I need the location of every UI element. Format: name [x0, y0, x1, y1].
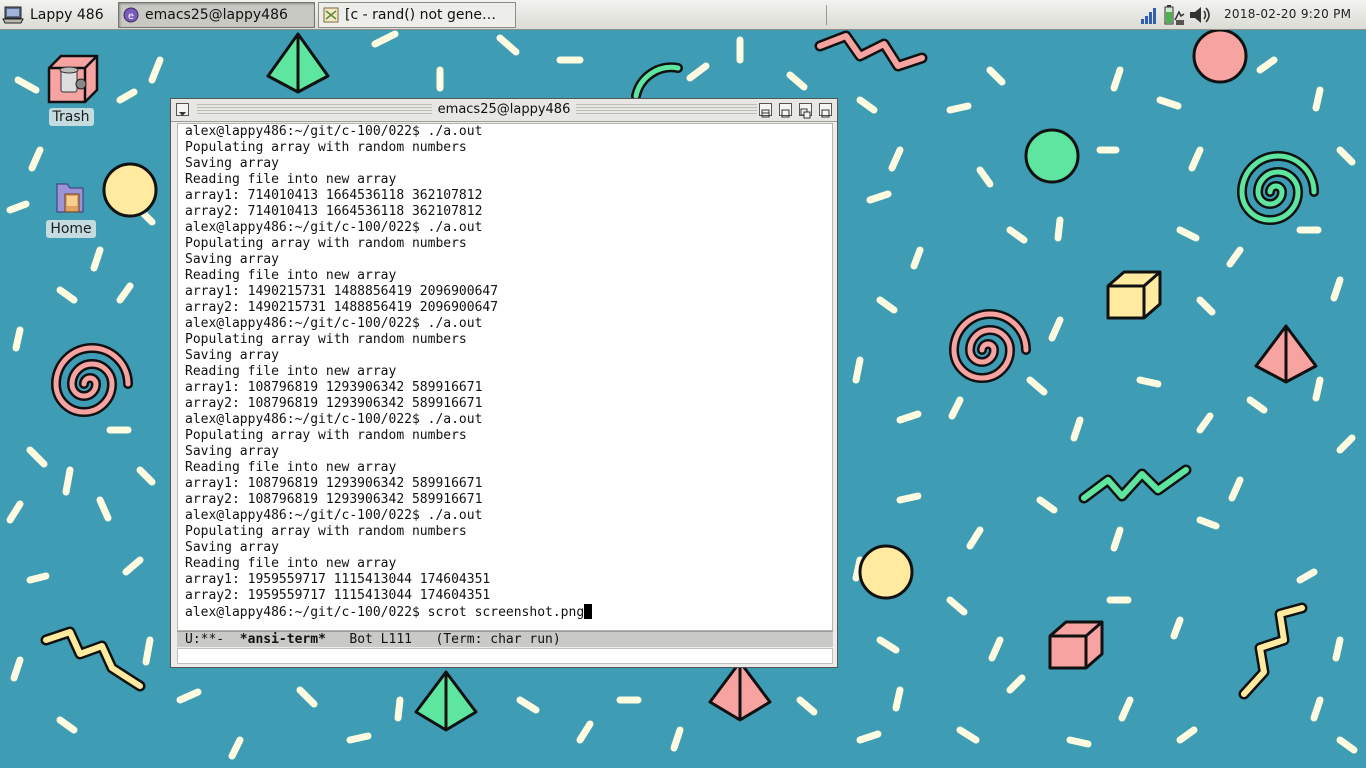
minibuffer[interactable] — [177, 648, 833, 664]
start-menu-button[interactable]: Lappy 486 — [2, 2, 114, 28]
terminal-line: Populating array with random numbers — [185, 428, 467, 443]
terminal-line: alex@lappy486:~/git/c-100/022$ ./a.out — [185, 220, 483, 235]
task-label: [c - rand() not gene… — [345, 7, 496, 23]
terminal-line: Saving array — [185, 252, 279, 267]
trash-icon — [47, 54, 99, 104]
terminal-line: array2: 108796819 1293906342 589916671 — [185, 492, 483, 507]
battery-icon[interactable] — [1162, 4, 1186, 26]
start-label: Lappy 486 — [30, 7, 104, 23]
svg-text:e: e — [128, 11, 134, 22]
terminal-line: array1: 1959559717 1115413044 174604351 — [185, 572, 491, 587]
mode-line-status: U:**- — [185, 632, 240, 647]
terminal-line: array2: 108796819 1293906342 589916671 — [185, 396, 483, 411]
terminal-line: alex@lappy486:~/git/c-100/022$ ./a.out — [185, 412, 483, 427]
terminal-line: Populating array with random numbers — [185, 524, 467, 539]
mode-line: U:**- *ansi-term* Bot L111 (Term: char r… — [177, 631, 833, 647]
terminal-line: Reading file into new array — [185, 556, 397, 571]
close-button[interactable] — [819, 103, 832, 118]
task-browser[interactable]: [c - rand() not gene… — [318, 2, 516, 28]
browser-icon — [323, 7, 339, 23]
terminal-buffer[interactable]: alex@lappy486:~/git/c-100/022$ ./a.out Po… — [177, 123, 833, 631]
home-folder-icon — [56, 183, 84, 213]
taskbar: Lappy 486 e emacs25@lappy486 [c - rand()… — [0, 0, 1366, 30]
emacs-icon: e — [123, 7, 139, 23]
minimize-icon — [781, 109, 790, 118]
taskbar-separator — [826, 5, 827, 25]
terminal-line: alex@lappy486:~/git/c-100/022$ ./a.out — [185, 124, 483, 139]
terminal-line: array1: 1490215731 1488856419 2096900647 — [185, 284, 499, 299]
terminal-line: alex@lappy486:~/git/c-100/022$ ./a.out — [185, 316, 483, 331]
terminal-line: Populating array with random numbers — [185, 236, 467, 251]
terminal-line: Saving array — [185, 156, 279, 171]
laptop-icon — [2, 6, 24, 24]
terminal-line: Saving array — [185, 540, 279, 555]
terminal-line: Saving array — [185, 444, 279, 459]
network-signal-icon[interactable] — [1140, 4, 1160, 26]
terminal-line: Reading file into new array — [185, 460, 397, 475]
shade-button[interactable] — [759, 103, 772, 118]
terminal-line: Reading file into new array — [185, 364, 397, 379]
terminal-line: array1: 108796819 1293906342 589916671 — [185, 380, 483, 395]
terminal-line: Saving array — [185, 348, 279, 363]
maximize-icon — [800, 108, 811, 119]
terminal-line: array1: 714010413 1664536118 362107812 — [185, 188, 483, 203]
terminal-line: array2: 1959559717 1115413044 174604351 — [185, 588, 491, 603]
terminal-line: array2: 714010413 1664536118 362107812 — [185, 204, 483, 219]
mode-line-buffer-name[interactable]: *ansi-term* — [240, 632, 326, 647]
task-emacs[interactable]: e emacs25@lappy486 — [118, 2, 315, 28]
terminal-line: Reading file into new array — [185, 172, 397, 187]
terminal-line: alex@lappy486:~/git/c-100/022$ ./a.out — [185, 508, 483, 523]
text-cursor — [584, 604, 593, 619]
desktop-icon-home[interactable]: Home — [38, 178, 104, 238]
terminal-prompt-line: alex@lappy486:~/git/c-100/022$ scrot scr… — [185, 604, 593, 620]
desktop-icon-label: Trash — [48, 108, 94, 126]
window-title: emacs25@lappy486 — [431, 102, 577, 117]
desktop-icon-label: Home — [46, 220, 96, 238]
mode-line-major-mode[interactable]: (Term: char run) — [435, 632, 560, 647]
terminal-line: array1: 108796819 1293906342 589916671 — [185, 476, 483, 491]
terminal-line: array2: 1490215731 1488856419 2096900647 — [185, 300, 499, 315]
mode-line-position: Bot L111 — [325, 632, 436, 647]
shade-icon — [761, 109, 770, 118]
terminal-line: Populating array with random numbers — [185, 332, 467, 347]
task-label: emacs25@lappy486 — [145, 7, 288, 23]
desktop-icon-trash[interactable]: Trash — [38, 52, 104, 126]
emacs-window: emacs25@lappy486 alex@lappy486:~/git/c-1… — [170, 98, 838, 668]
terminal-line: Reading file into new array — [185, 268, 397, 283]
window-title-wrapper: emacs25@lappy486 — [171, 102, 837, 117]
terminal-current-input: alex@lappy486:~/git/c-100/022$ scrot scr… — [185, 605, 585, 620]
clock[interactable]: 2018-02-20 9:20 PM — [1224, 7, 1351, 21]
window-titlebar[interactable]: emacs25@lappy486 — [171, 99, 837, 122]
terminal-line: Populating array with random numbers — [185, 140, 467, 155]
terminal-output: alex@lappy486:~/git/c-100/022$ ./a.out Po… — [185, 124, 593, 620]
close-icon — [821, 109, 830, 118]
maximize-button[interactable] — [799, 103, 812, 119]
volume-icon[interactable] — [1188, 4, 1212, 26]
minimize-button[interactable] — [779, 103, 792, 118]
